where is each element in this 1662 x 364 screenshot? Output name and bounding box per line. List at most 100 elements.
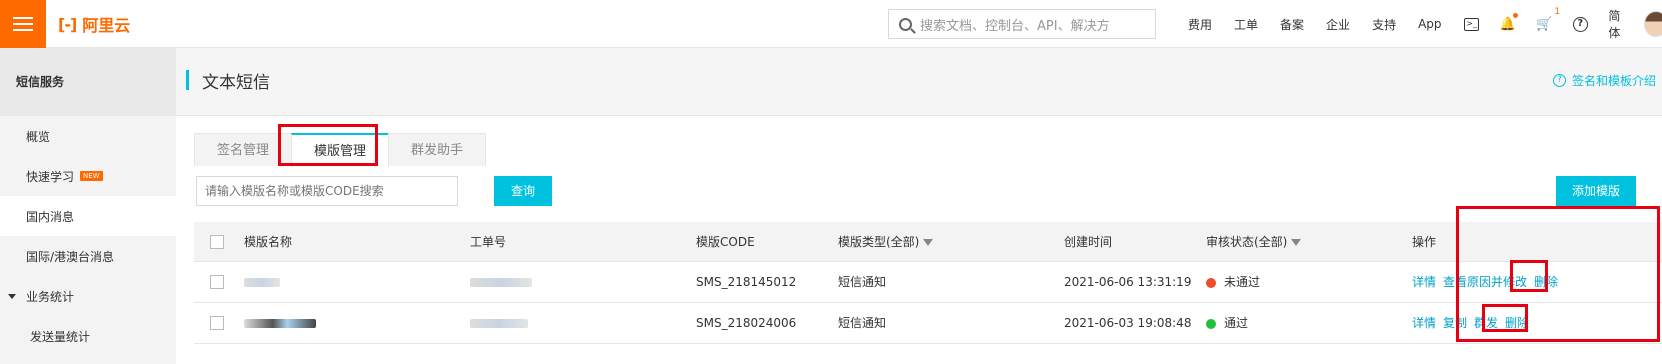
bell-icon[interactable]: 🔔 [1500,13,1518,33]
select-all-checkbox[interactable] [210,234,224,249]
bulk-send-link[interactable]: 群发 [1474,316,1498,330]
details-link[interactable]: 详情 [1412,275,1436,289]
delete-link[interactable]: 删除 [1534,275,1558,289]
status-label: 未通过 [1224,275,1261,289]
actions-cell: 详情 查看原因并修改 删除 [1394,261,1662,303]
table-row: SMS_218145012 短信通知 2021-06-06 13:31:19 未… [194,261,1662,303]
nav-support[interactable]: 支持 [1372,16,1396,33]
template-code-cell: SMS_218145012 [696,261,838,303]
actions-cell: 详情 复制 群发 删除 [1394,302,1662,344]
created-time-cell: 2021-06-03 19:08:48 [1064,302,1206,344]
sidebar-item-label: 快速学习 [26,169,75,184]
tab-bar: 签名管理 模版管理 群发助手 [194,133,486,167]
col-actions: 操作 [1394,222,1662,262]
caret-down-icon [8,293,16,299]
search-placeholder: 搜索文档、控制台、API、解决方 [920,18,1110,34]
title-accent-bar [186,70,189,90]
main-content: 文本短信 ? 签名和模板介绍 签名管理 模版管理 群发助手 查询 添加模版 模版… [176,48,1662,364]
menu-icon[interactable] [0,0,46,48]
intro-link[interactable]: ? 签名和模板介绍 [1552,72,1656,89]
col-review-status-label: 审核状态(全部) [1206,234,1288,249]
details-link[interactable]: 详情 [1412,316,1436,330]
copy-link[interactable]: 复制 [1443,316,1467,330]
table-row: SMS_218024006 短信通知 2021-06-03 19:08:48 通… [194,302,1662,344]
global-search-input[interactable]: 搜索文档、控制台、API、解决方 [888,9,1156,39]
col-template-type[interactable]: 模版类型(全部) [838,222,1064,262]
sidebar-item-label: 业务统计 [26,289,75,304]
status-cell: 未通过 [1206,261,1394,303]
tab-bulk-send[interactable]: 群发助手 [388,133,486,166]
sidebar-item-label: 国际/港澳台消息 [26,249,115,264]
select-all-cell [194,222,244,262]
avatar[interactable] [1643,11,1662,37]
redacted-text [244,318,316,328]
view-reason-link[interactable]: 查看原因并修改 [1443,275,1527,289]
sidebar-item-send-stats[interactable]: 发送量统计 [0,316,176,356]
top-bar: [-] 阿里云 搜索文档、控制台、API、解决方 费用 工单 备案 企业 支持 … [0,0,1662,48]
ticket-no-cell [470,261,696,303]
cart-count: 1 [1554,7,1561,17]
query-button[interactable]: 查询 [494,176,552,206]
template-table: 模版名称 工单号 模版CODE 模版类型(全部) 创建时间 审核状态(全部) 操… [194,222,1662,344]
nav-app[interactable]: App [1418,17,1441,31]
sidebar-group-statistics[interactable]: 业务统计 [0,276,176,316]
sidebar-item-overview[interactable]: 概览 [0,116,176,156]
col-template-type-label: 模版类型(全部) [838,234,920,249]
ticket-no-cell [470,302,696,344]
status-dot-failed [1206,277,1216,288]
sidebar-item-domestic[interactable]: 国内消息 [0,196,176,236]
template-type-cell: 短信通知 [838,261,1064,303]
help-icon[interactable]: ? [1572,15,1588,33]
sidebar: 短信服务 概览 快速学习 NEW 国内消息 国际/港澳台消息 业务统计 发送量统… [0,48,176,364]
col-template-name: 模版名称 [244,222,470,262]
col-template-code: 模版CODE [696,222,838,262]
nav-filing[interactable]: 备案 [1280,16,1304,33]
delete-link[interactable]: 删除 [1505,316,1529,330]
nav-fees[interactable]: 费用 [1188,16,1212,33]
template-search-input[interactable] [196,176,458,206]
row-select-cell [194,261,244,303]
col-ticket-no: 工单号 [470,222,696,262]
top-nav: 费用 工单 备案 企业 支持 App >_ 🔔 🛒 1 ? 简体 [1188,0,1662,48]
sidebar-item-quick-learn[interactable]: 快速学习 NEW [0,156,176,196]
new-badge: NEW [80,171,103,181]
sidebar-item-label: 国内消息 [26,209,75,224]
redacted-text [470,277,532,287]
sidebar-header: 短信服务 [0,48,176,116]
row-checkbox[interactable] [210,274,224,289]
row-select-cell [194,302,244,344]
nav-enterprise[interactable]: 企业 [1326,16,1350,33]
status-cell: 通过 [1206,302,1394,344]
redacted-text [470,318,528,328]
sidebar-item-international[interactable]: 国际/港澳台消息 [0,236,176,276]
aliyun-logo[interactable]: [-] 阿里云 [58,12,130,36]
page-header: 文本短信 ? 签名和模板介绍 [176,48,1662,116]
language-switch[interactable]: 简体 [1608,7,1630,41]
sidebar-item-label: 发送量统计 [30,329,91,344]
logo-text: 阿里云 [82,16,131,35]
row-checkbox[interactable] [210,315,224,330]
search-icon [899,17,912,31]
aliyun-logo-mark: [-] [58,14,77,34]
table-header-row: 模版名称 工单号 模版CODE 模版类型(全部) 创建时间 审核状态(全部) 操… [194,222,1662,262]
cart-icon[interactable]: 🛒 1 [1536,7,1560,33]
add-template-button[interactable]: 添加模版 [1556,176,1636,206]
page-title: 文本短信 [202,73,270,93]
template-code-cell: SMS_218024006 [696,302,838,344]
intro-link-label: 签名和模板介绍 [1571,74,1656,88]
template-name-cell [244,261,470,303]
tab-signatures[interactable]: 签名管理 [194,133,292,166]
status-label: 通过 [1224,316,1249,330]
nav-tickets[interactable]: 工单 [1234,16,1258,33]
sidebar-item-label: 概览 [26,129,51,144]
col-review-status[interactable]: 审核状态(全部) [1206,222,1394,262]
tab-templates[interactable]: 模版管理 [291,133,389,167]
created-time-cell: 2021-06-06 13:31:19 [1064,261,1206,303]
template-name-cell [244,302,470,344]
terminal-icon[interactable]: >_ [1464,15,1480,33]
filter-icon[interactable] [923,238,934,246]
status-dot-passed [1206,318,1216,329]
template-type-cell: 短信通知 [838,302,1064,344]
filter-icon[interactable] [1291,238,1302,246]
redacted-text [244,277,280,287]
